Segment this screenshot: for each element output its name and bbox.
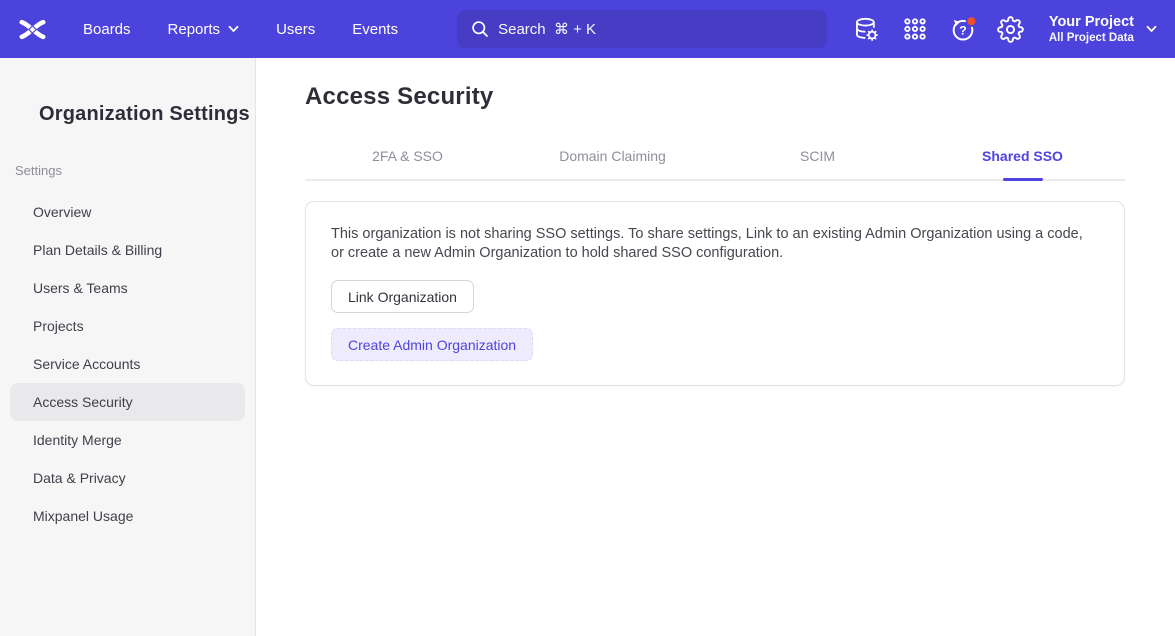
tab-2fa-sso[interactable]: 2FA & SSO: [305, 148, 510, 179]
sidebar-item-label: Users & Teams: [33, 280, 128, 296]
nav-right-controls: ? Your Project All Project Data: [853, 13, 1157, 46]
mixpanel-x-icon: [19, 16, 46, 43]
project-selector-labels: Your Project All Project Data: [1049, 13, 1134, 46]
sidebar-item-label: Identity Merge: [33, 432, 122, 448]
link-organization-row: Link Organization: [331, 263, 1099, 313]
tab-label: SCIM: [800, 148, 835, 164]
tab-shared-sso[interactable]: Shared SSO: [920, 148, 1125, 179]
nav-item-boards-label: Boards: [83, 21, 131, 38]
apps-grid-button[interactable]: [901, 15, 929, 43]
sidebar-item-overview[interactable]: Overview: [10, 193, 245, 231]
notification-badge: [966, 16, 976, 26]
nav-item-reports[interactable]: Reports: [168, 21, 240, 38]
nav-item-users-label: Users: [276, 21, 315, 38]
tab-domain-claiming[interactable]: Domain Claiming: [510, 148, 715, 179]
main-content: Access Security 2FA & SSO Domain Claimin…: [256, 58, 1175, 636]
page-shell: Organization Settings Settings Overview …: [0, 58, 1175, 636]
sidebar-item-label: Data & Privacy: [33, 470, 126, 486]
settings-button[interactable]: [997, 15, 1025, 43]
gear-icon: [997, 16, 1024, 43]
top-navigation-bar: Boards Reports Users Events: [0, 0, 1175, 58]
sidebar-item-service-accounts[interactable]: Service Accounts: [10, 345, 245, 383]
mixpanel-logo[interactable]: [16, 13, 48, 45]
search-icon: [470, 19, 490, 39]
project-scope: All Project Data: [1049, 31, 1134, 45]
chevron-down-icon: [1146, 25, 1157, 33]
create-admin-organization-row: Create Admin Organization: [331, 313, 1099, 361]
primary-nav: Boards Reports Users Events: [83, 21, 398, 38]
sidebar-item-label: Projects: [33, 318, 84, 334]
nav-item-events-label: Events: [352, 21, 398, 38]
project-name: Your Project: [1049, 13, 1134, 31]
page-title: Access Security: [305, 83, 1125, 111]
nav-item-reports-label: Reports: [168, 21, 221, 38]
nav-item-boards[interactable]: Boards: [83, 21, 131, 38]
project-selector[interactable]: Your Project All Project Data: [1049, 13, 1157, 46]
svg-text:?: ?: [959, 23, 966, 37]
nav-item-events[interactable]: Events: [352, 21, 398, 38]
tab-label: Shared SSO: [982, 148, 1063, 164]
tab-scim[interactable]: SCIM: [715, 148, 920, 179]
sidebar-item-label: Mixpanel Usage: [33, 508, 133, 524]
sidebar-item-mixpanel-usage[interactable]: Mixpanel Usage: [10, 497, 245, 535]
tab-label: 2FA & SSO: [372, 148, 443, 164]
access-security-tabs: 2FA & SSO Domain Claiming SCIM Shared SS…: [305, 148, 1125, 181]
apps-grid-icon: [902, 16, 928, 42]
tab-label: Domain Claiming: [559, 148, 666, 164]
search-input[interactable]: [457, 10, 827, 48]
sidebar-item-label: Overview: [33, 204, 91, 220]
sidebar-item-users-teams[interactable]: Users & Teams: [10, 269, 245, 307]
shared-sso-description: This organization is not sharing SSO set…: [331, 225, 1093, 263]
sidebar-item-projects[interactable]: Projects: [10, 307, 245, 345]
sidebar-item-label: Access Security: [33, 394, 133, 410]
sidebar-item-access-security[interactable]: Access Security: [10, 383, 245, 421]
sidebar-item-plan-details-billing[interactable]: Plan Details & Billing: [10, 231, 245, 269]
shared-sso-card: This organization is not sharing SSO set…: [305, 201, 1125, 386]
sidebar-item-identity-merge[interactable]: Identity Merge: [10, 421, 245, 459]
sidebar-item-label: Plan Details & Billing: [33, 242, 162, 258]
help-button[interactable]: ?: [949, 15, 977, 43]
data-management-button[interactable]: [853, 15, 881, 43]
database-gear-icon: [853, 16, 880, 43]
sidebar-section-label: Settings: [15, 163, 255, 178]
nav-item-users[interactable]: Users: [276, 21, 315, 38]
global-search: [457, 10, 827, 48]
sidebar-item-label: Service Accounts: [33, 356, 140, 372]
create-admin-organization-button[interactable]: Create Admin Organization: [331, 328, 533, 361]
sidebar-item-data-privacy[interactable]: Data & Privacy: [10, 459, 245, 497]
sidebar-title: Organization Settings: [39, 103, 255, 126]
link-organization-button[interactable]: Link Organization: [331, 280, 474, 313]
help-compass-icon: ?: [949, 15, 977, 43]
settings-sidebar: Organization Settings Settings Overview …: [0, 58, 256, 636]
chevron-down-icon: [228, 25, 239, 33]
